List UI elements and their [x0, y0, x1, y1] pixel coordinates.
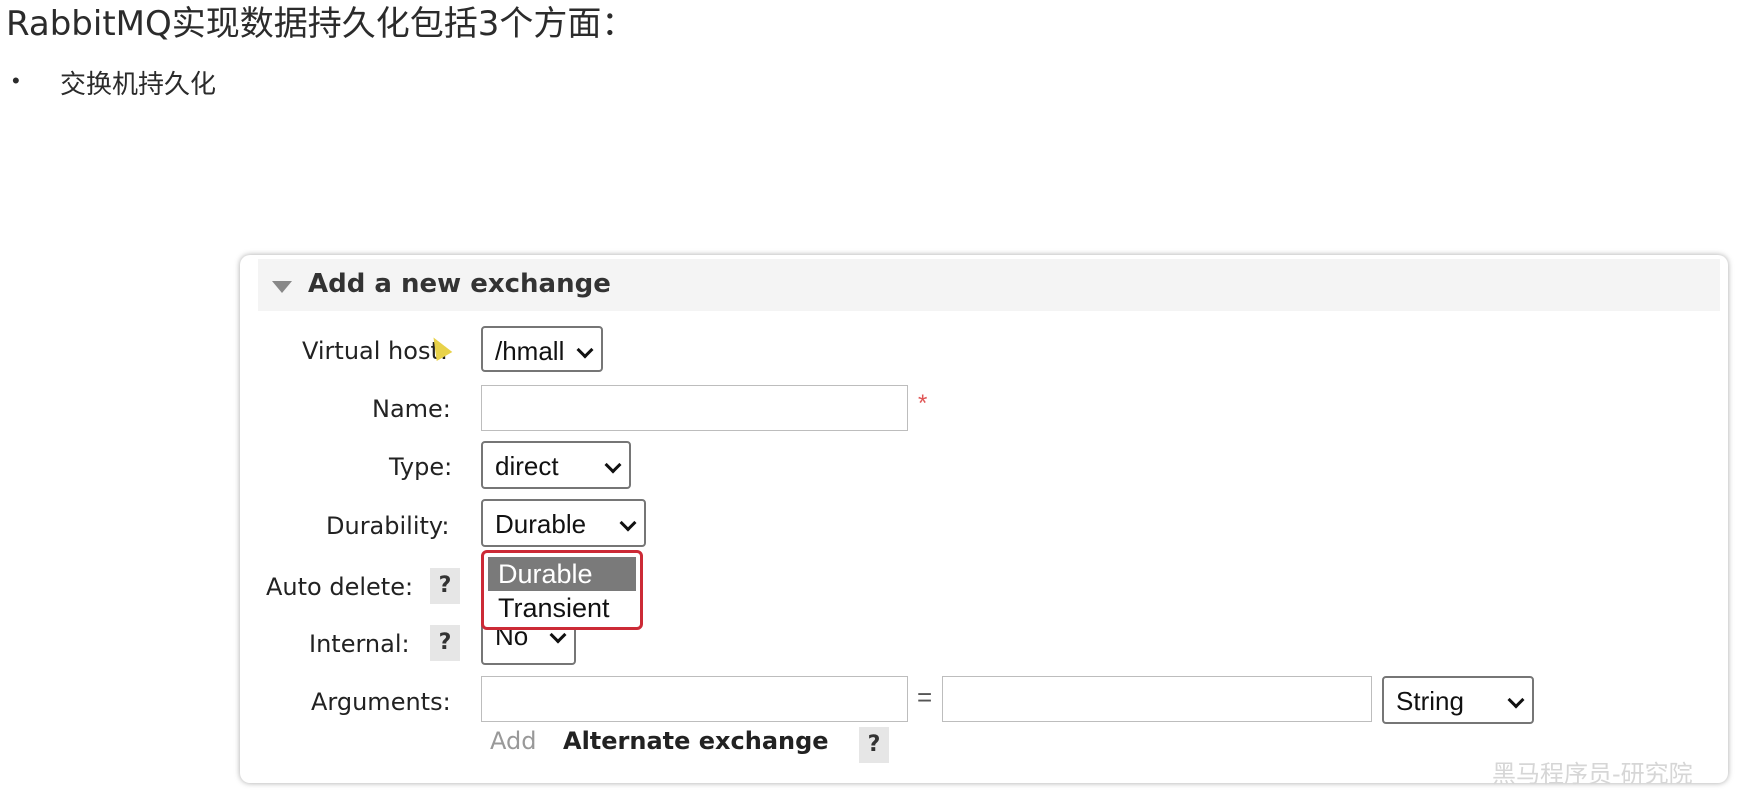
durability-dropdown-list: Durable Transient [481, 550, 643, 630]
auto-delete-help-icon[interactable]: ? [430, 568, 460, 604]
durability-label: Durability: [326, 512, 450, 540]
arguments-label: Arguments: [311, 688, 451, 716]
alternate-exchange-help-icon[interactable]: ? [859, 727, 889, 763]
collapse-triangle-icon[interactable] [272, 281, 292, 293]
panel-header[interactable]: Add a new exchange [258, 259, 1720, 311]
equals-sign: = [917, 682, 933, 712]
argument-key-input[interactable] [481, 676, 908, 722]
required-asterisk: * [918, 390, 928, 417]
durability-option-durable[interactable]: Durable [488, 557, 636, 591]
internal-label: Internal: [309, 630, 410, 658]
name-input[interactable] [481, 385, 908, 431]
argument-type-value: String [1396, 686, 1464, 716]
add-argument-link[interactable]: Add [490, 727, 536, 755]
chevron-down-icon [1507, 691, 1525, 709]
chevron-down-icon [619, 514, 637, 532]
argument-type-select[interactable]: String [1382, 676, 1534, 724]
alternate-exchange-label[interactable]: Alternate exchange [563, 727, 829, 755]
type-value: direct [495, 451, 559, 481]
durability-value: Durable [495, 509, 587, 539]
page-heading: RabbitMQ实现数据持久化包括3个方面： [6, 4, 636, 44]
name-label: Name: [372, 395, 451, 423]
internal-help-icon[interactable]: ? [430, 625, 460, 661]
type-select[interactable]: direct [481, 441, 631, 489]
virtual-host-value: /hmall [495, 336, 565, 366]
panel-title: Add a new exchange [308, 269, 611, 299]
virtual-host-select[interactable]: /hmall [481, 326, 603, 372]
bullet-text: 交换机持久化 [60, 70, 217, 100]
argument-value-input[interactable] [942, 676, 1372, 722]
watermark: 黑马程序员-研究院 [1492, 760, 1693, 788]
chevron-down-icon [604, 456, 622, 474]
bullet-dot: • [12, 68, 20, 93]
durability-option-transient[interactable]: Transient [488, 591, 636, 625]
type-label: Type: [389, 453, 453, 481]
auto-delete-label: Auto delete: [266, 573, 414, 601]
durability-select[interactable]: Durable [481, 499, 646, 547]
chevron-down-icon [576, 341, 594, 359]
